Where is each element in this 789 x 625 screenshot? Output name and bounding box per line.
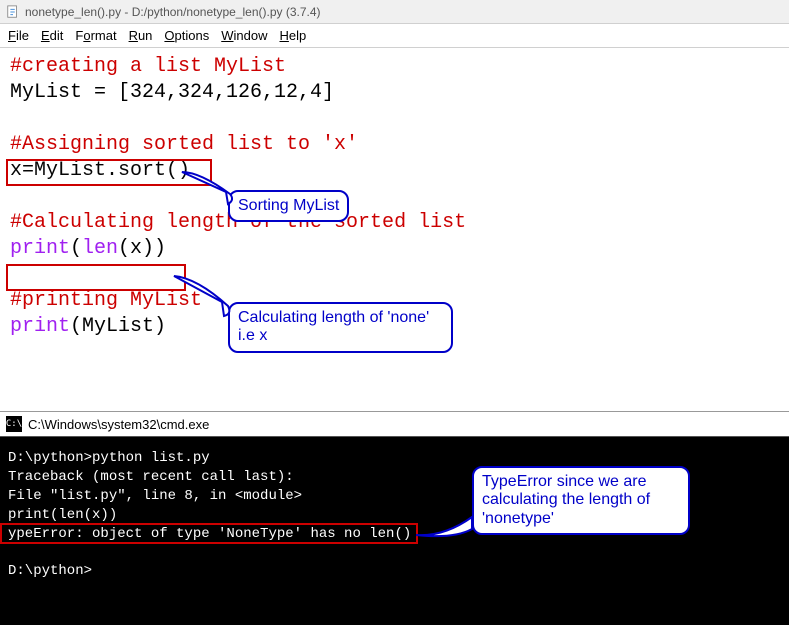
menu-format[interactable]: Format — [75, 28, 116, 43]
cmd-icon: C:\ — [6, 416, 22, 432]
python-file-icon — [6, 5, 20, 19]
code-editor[interactable]: #creating a list MyList MyList = [324,32… — [0, 48, 789, 411]
callout-error: TypeError since we are calculating the l… — [472, 466, 690, 535]
highlight-box-sort — [6, 159, 212, 186]
menu-run[interactable]: Run — [129, 28, 153, 43]
menu-edit[interactable]: Edit — [41, 28, 63, 43]
titlebar: nonetype_len().py - D:/python/nonetype_l… — [0, 0, 789, 24]
code-line: MyList = [324,324,126,12,4] — [10, 80, 779, 106]
callout-sorting: Sorting MyList — [228, 190, 349, 222]
highlight-box-len — [6, 264, 186, 291]
code-comment: #Calculating length of the sorted list — [10, 210, 779, 236]
menubar: File Edit Format Run Options Window Help — [0, 24, 789, 48]
titlebar-text: nonetype_len().py - D:/python/nonetype_l… — [25, 5, 321, 19]
menu-help[interactable]: Help — [280, 28, 307, 43]
cmd-title-text: C:\Windows\system32\cmd.exe — [28, 417, 209, 432]
menu-window[interactable]: Window — [221, 28, 267, 43]
highlight-box-error — [0, 523, 418, 544]
menu-options[interactable]: Options — [164, 28, 209, 43]
terminal-line: D:\python> — [8, 562, 781, 581]
terminal[interactable]: D:\python>python list.py Traceback (most… — [0, 437, 789, 625]
code-comment: #creating a list MyList — [10, 54, 779, 80]
code-line: print(len(x)) — [10, 236, 779, 262]
menu-file[interactable]: File — [8, 28, 29, 43]
code-comment: #Assigning sorted list to 'x' — [10, 132, 779, 158]
callout-len: Calculating length of 'none' i.e x — [228, 302, 453, 353]
cmd-titlebar: C:\ C:\Windows\system32\cmd.exe — [0, 411, 789, 437]
